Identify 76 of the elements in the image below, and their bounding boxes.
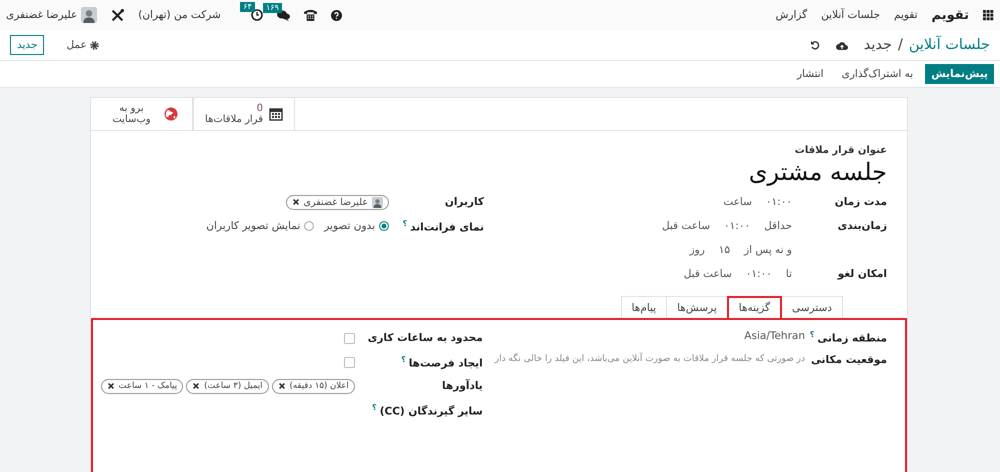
location-field[interactable]: در صورتی که جلسه قرار ملاقات به صورت آنلاین می‌باشد، این فیلد را خالی نگه دار	[494, 354, 805, 364]
field-value: ساعت	[723, 196, 752, 208]
message-count: ۱۶۹	[262, 2, 282, 12]
radio-label[interactable]: نمایش تصویر کاربران	[206, 220, 300, 232]
field-label: امکان لغو	[836, 268, 887, 280]
remove-icon[interactable]	[292, 198, 300, 206]
website-stat-button[interactable]: برو به وب‌سایت	[91, 98, 193, 130]
new-button[interactable]: جدید	[10, 35, 44, 55]
field-value: ۰۱:۰۰	[724, 220, 750, 232]
help-icon[interactable]	[330, 10, 342, 20]
header-button[interactable]: به اشتراک‌گذاری	[836, 64, 920, 84]
tools-icon[interactable]	[111, 8, 124, 22]
breadcrumb-link[interactable]: جلسات آنلاین	[908, 37, 990, 53]
help-mark[interactable]: ؟	[402, 218, 408, 228]
field-label: موقعیت مکانی	[810, 354, 887, 366]
title-field[interactable]: جلسه مشتری	[101, 158, 887, 186]
title-label: عنوان قرار ملاقات	[794, 145, 887, 156]
checkbox[interactable]	[344, 356, 355, 368]
field-label: کاربران	[444, 196, 484, 208]
reminder-tag: ایمیل (۳ ساعت)	[186, 378, 269, 394]
remove-icon[interactable]	[106, 382, 115, 390]
field-value[interactable]: Asia/Tehran	[744, 330, 805, 342]
field-value: ۰۱:۰۰	[766, 196, 792, 208]
action-menu[interactable]: عمل	[60, 38, 105, 52]
header-button[interactable]: پیش‌نمایش	[925, 64, 994, 84]
field-label: منطقه زمانی $^{؟}$	[808, 330, 887, 344]
remove-icon[interactable]	[278, 382, 286, 390]
radio-button[interactable]	[379, 221, 389, 231]
field-value: روز	[690, 244, 705, 256]
user-name[interactable]: علیرضا غضنفری	[6, 9, 78, 21]
radio-button[interactable]	[304, 221, 314, 231]
avatar-icon	[372, 196, 383, 208]
cloud-upload-icon[interactable]	[836, 40, 848, 50]
field-value: تا	[786, 268, 792, 280]
user-tag: علیرضا غضنفری	[286, 194, 389, 210]
field-label: زمان‌بندی	[836, 220, 887, 232]
field-value: ۱۵	[718, 244, 730, 256]
breadcrumb-current: جدید	[864, 37, 892, 53]
field-label: سایر گیرندگان (CC) $^{؟}$	[371, 402, 483, 418]
tab[interactable]: دسترسی	[781, 296, 843, 318]
apps-menu-icon[interactable]	[983, 10, 994, 20]
activity-count: ۶۴	[240, 2, 255, 12]
avatar-icon	[81, 7, 98, 23]
undo-icon[interactable]	[810, 40, 820, 50]
radio-label[interactable]: بدون تصویر	[324, 220, 375, 232]
menu-item[interactable]: تقویم	[894, 9, 918, 21]
help-mark[interactable]: ؟	[401, 354, 406, 364]
field-label: نمای فرانت‌اند $^{؟}$	[401, 218, 484, 234]
reminder-tag: اعلان (۱۵ دقیقه)	[272, 378, 355, 394]
globe-icon	[164, 107, 178, 121]
field-value: ساعت قبل	[662, 220, 710, 232]
help-mark[interactable]: ؟	[810, 330, 814, 339]
field-label: محدود به ساعات کاری	[366, 332, 483, 344]
field-value: ساعت قبل	[684, 268, 732, 280]
clock-icon[interactable]	[250, 9, 263, 21]
gear-icon	[90, 40, 99, 50]
menu-item[interactable]: گزارش	[776, 9, 808, 21]
company-switcher[interactable]: شرکت من (تهران)	[138, 9, 221, 21]
field-value: حداقل	[764, 220, 792, 232]
field-label: مدت زمان	[834, 196, 887, 208]
tab[interactable]: گزینه‌ها	[726, 296, 782, 318]
field-value: و نه پس از	[744, 244, 792, 256]
remove-icon[interactable]	[192, 382, 200, 390]
calendar-icon	[268, 107, 283, 121]
phone-icon[interactable]	[304, 9, 317, 21]
app-name[interactable]: تقویم	[932, 8, 969, 22]
menu-item[interactable]: جلسات آنلاین	[821, 9, 880, 21]
field-value: ۰۱:۰۰	[746, 268, 772, 280]
help-mark[interactable]: ؟	[372, 402, 377, 412]
checkbox[interactable]	[344, 332, 355, 344]
field-label: ایجاد فرصت‌ها $^{؟}$	[400, 354, 483, 370]
tab[interactable]: پیام‌ها	[620, 296, 668, 318]
field-label: یادآورها	[441, 380, 483, 392]
reminder-tag: پیامک - ۱ ساعت	[100, 378, 184, 394]
breadcrumb-separator: /	[898, 37, 903, 53]
header-button[interactable]: انتشار	[790, 64, 830, 84]
